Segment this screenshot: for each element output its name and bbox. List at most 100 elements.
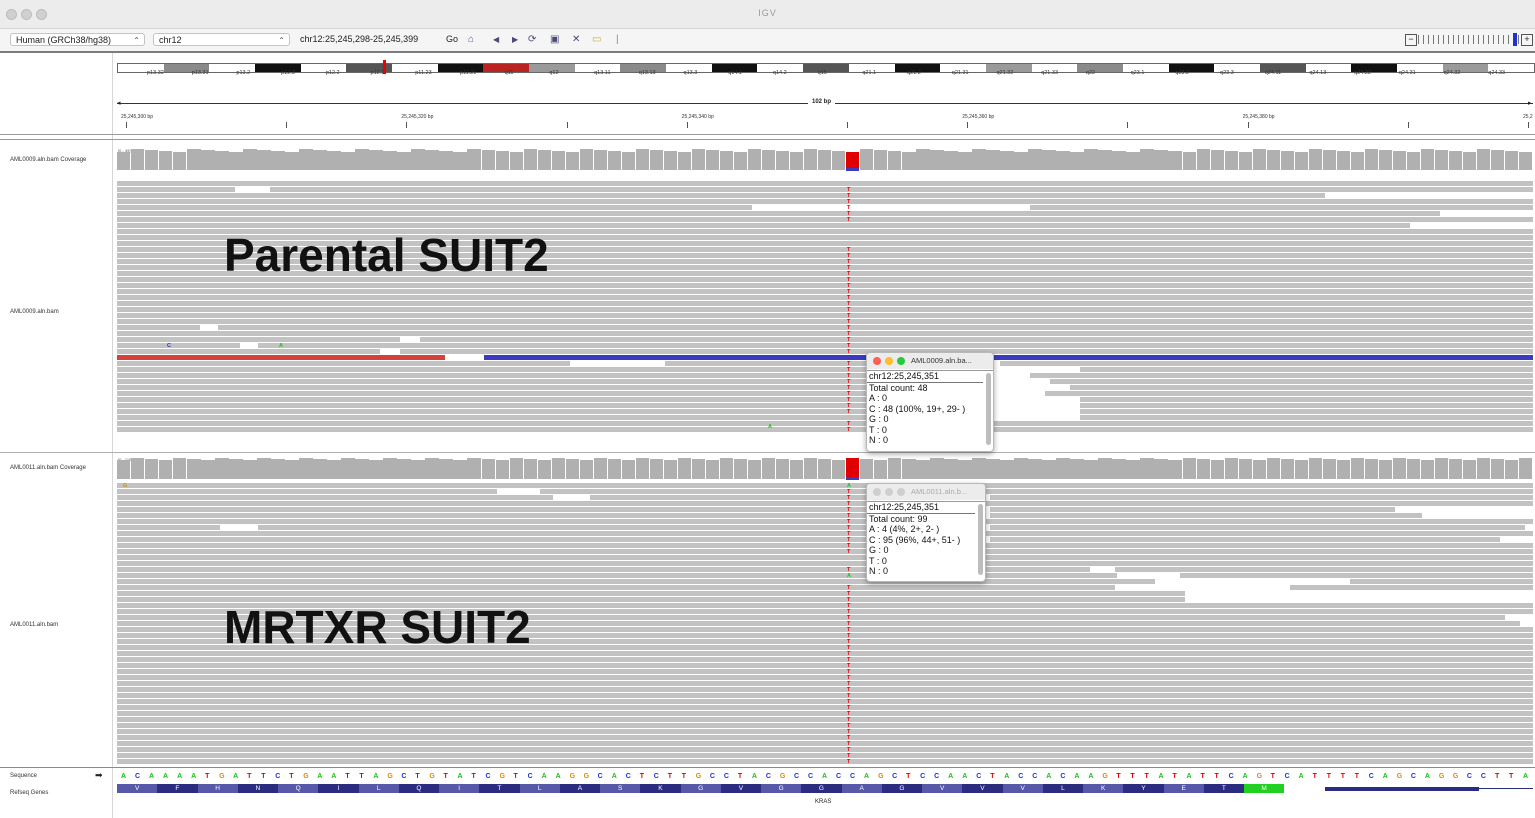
sequence-base: T [1214, 773, 1219, 780]
read [1080, 367, 1533, 372]
coverage-bar [509, 152, 523, 170]
read [1000, 361, 1533, 366]
coverage-bar [1140, 458, 1154, 479]
ideogram-band-label: q21.32 [996, 70, 1014, 76]
coverage-track-label-1[interactable]: AML0009.aln.bam Coverage [10, 157, 86, 163]
alignment-track-label-1[interactable]: AML0009.aln.bam [10, 309, 59, 315]
ideogram-band-label: q21.1 [862, 70, 877, 76]
sequence-base: A [1046, 773, 1052, 780]
region-of-interest-icon[interactable]: ▣ [550, 33, 559, 47]
go-button[interactable]: Go [446, 34, 458, 44]
coverage-bar [1322, 150, 1337, 170]
zoom-out-icon[interactable]: − [1405, 34, 1417, 46]
popup-scrollbar[interactable] [986, 373, 991, 445]
zoom-icon[interactable] [897, 357, 905, 365]
read [117, 283, 1533, 288]
sequence-base: C [625, 773, 631, 780]
sequence-base: T [1130, 773, 1135, 780]
popup-info-icon[interactable]: ▭ [592, 33, 601, 47]
sequence-base: A [1298, 773, 1304, 780]
zoom-slider[interactable] [1418, 35, 1520, 44]
coverage-bar [1504, 460, 1519, 479]
coverage-bar [369, 150, 383, 170]
back-icon[interactable]: ◀ [493, 33, 499, 47]
genes-track-label[interactable]: Refseq Genes [10, 790, 48, 796]
genome-dropdown[interactable]: Human (GRCh38/hg38) ⌃ [10, 33, 145, 46]
sequence-base: A [121, 773, 127, 780]
sequence-base: A [163, 773, 169, 780]
coverage-bar [551, 458, 566, 479]
close-icon[interactable] [873, 488, 881, 496]
sequence-base: A [611, 773, 617, 780]
coverage-bar [299, 149, 313, 170]
read [117, 301, 1533, 306]
read [117, 681, 1533, 686]
sequence-track-label[interactable]: Sequence [10, 773, 37, 779]
ruler-tick [1247, 122, 1249, 128]
coverage-bar [383, 458, 397, 479]
read [117, 337, 400, 342]
popup-scrollbar[interactable] [978, 504, 983, 575]
coverage-bar [972, 458, 986, 479]
sequence-base: C [653, 773, 659, 780]
coverage-bar [1280, 151, 1295, 170]
header-divider [0, 139, 1535, 140]
read [258, 343, 1533, 348]
coverage-popup-1[interactable]: AML0009.aln.ba... chr12:25,245,351 Total… [866, 352, 994, 452]
coverage-bar [607, 151, 622, 170]
coverage-bar [832, 460, 846, 479]
zoom-icon[interactable] [897, 488, 905, 496]
zoom-in-icon[interactable]: + [1521, 34, 1533, 46]
ruler-tick [1127, 122, 1129, 128]
coverage-bar [817, 459, 832, 479]
amino-acid: G [801, 784, 842, 793]
coverage-bar [243, 460, 257, 479]
sequence-base: C [597, 773, 603, 780]
coverage-bar [271, 459, 285, 479]
coverage-bar [481, 150, 495, 170]
alignment-track-label-2[interactable]: AML0011.aln.bam [10, 622, 58, 628]
sequence-base: T [1354, 773, 1360, 780]
sequence-base: T [289, 773, 294, 780]
sequence-base: T [1508, 773, 1514, 780]
mismatch-base: T [847, 427, 851, 433]
coverage-bar [1322, 459, 1337, 479]
sequence-base: T [737, 773, 743, 780]
coverage-bar [916, 460, 930, 479]
ruler-tick-label: 25,2 [1522, 114, 1533, 120]
minimize-icon[interactable] [885, 357, 893, 365]
coverage-popup-2[interactable]: AML0011.aln.b... chr12:25,245,351 Total … [866, 483, 986, 582]
coverage-bar [579, 460, 594, 479]
sequence-base: T [1144, 773, 1149, 780]
coverage-track-label-2[interactable]: AML0011.aln.bam Coverage [10, 465, 86, 471]
refresh-icon[interactable]: ⟳ [528, 33, 536, 47]
locus-input[interactable]: chr12:25,245,298-25,245,399 [300, 34, 418, 44]
home-icon[interactable]: ⌂ [468, 33, 474, 47]
resize-icon[interactable]: ✕ [572, 33, 580, 47]
coverage-bar [1126, 460, 1140, 479]
strand-arrow-icon[interactable]: ➡ [95, 770, 103, 781]
coverage-bar [888, 151, 902, 170]
sequence-base: C [1060, 773, 1066, 780]
read [117, 519, 1533, 524]
popup-line: G : 0 [869, 414, 889, 424]
chromosome-dropdown[interactable]: chr12 ⌃ [153, 33, 290, 46]
minimize-icon[interactable] [885, 488, 893, 496]
sequence-base: T [1494, 773, 1500, 780]
coverage-bar [453, 152, 467, 170]
mismatch-base: T [847, 759, 851, 765]
forward-icon[interactable]: ▶ [512, 33, 518, 47]
coverage-bar [313, 459, 327, 479]
coverage-minor-allele [846, 477, 860, 480]
read [117, 391, 866, 396]
coverage-bar [1280, 459, 1295, 479]
amino-acid: A [559, 784, 600, 793]
zoom-slider-thumb[interactable] [1513, 33, 1517, 46]
amino-acid: K [1083, 784, 1124, 793]
coverage-bar [1238, 459, 1252, 479]
ruler-tick-label: 25,245,360 bp [962, 114, 995, 120]
coverage-bar [691, 459, 706, 479]
sequence-base: G [695, 773, 702, 780]
coverage-bar [677, 152, 692, 170]
close-icon[interactable] [873, 357, 881, 365]
